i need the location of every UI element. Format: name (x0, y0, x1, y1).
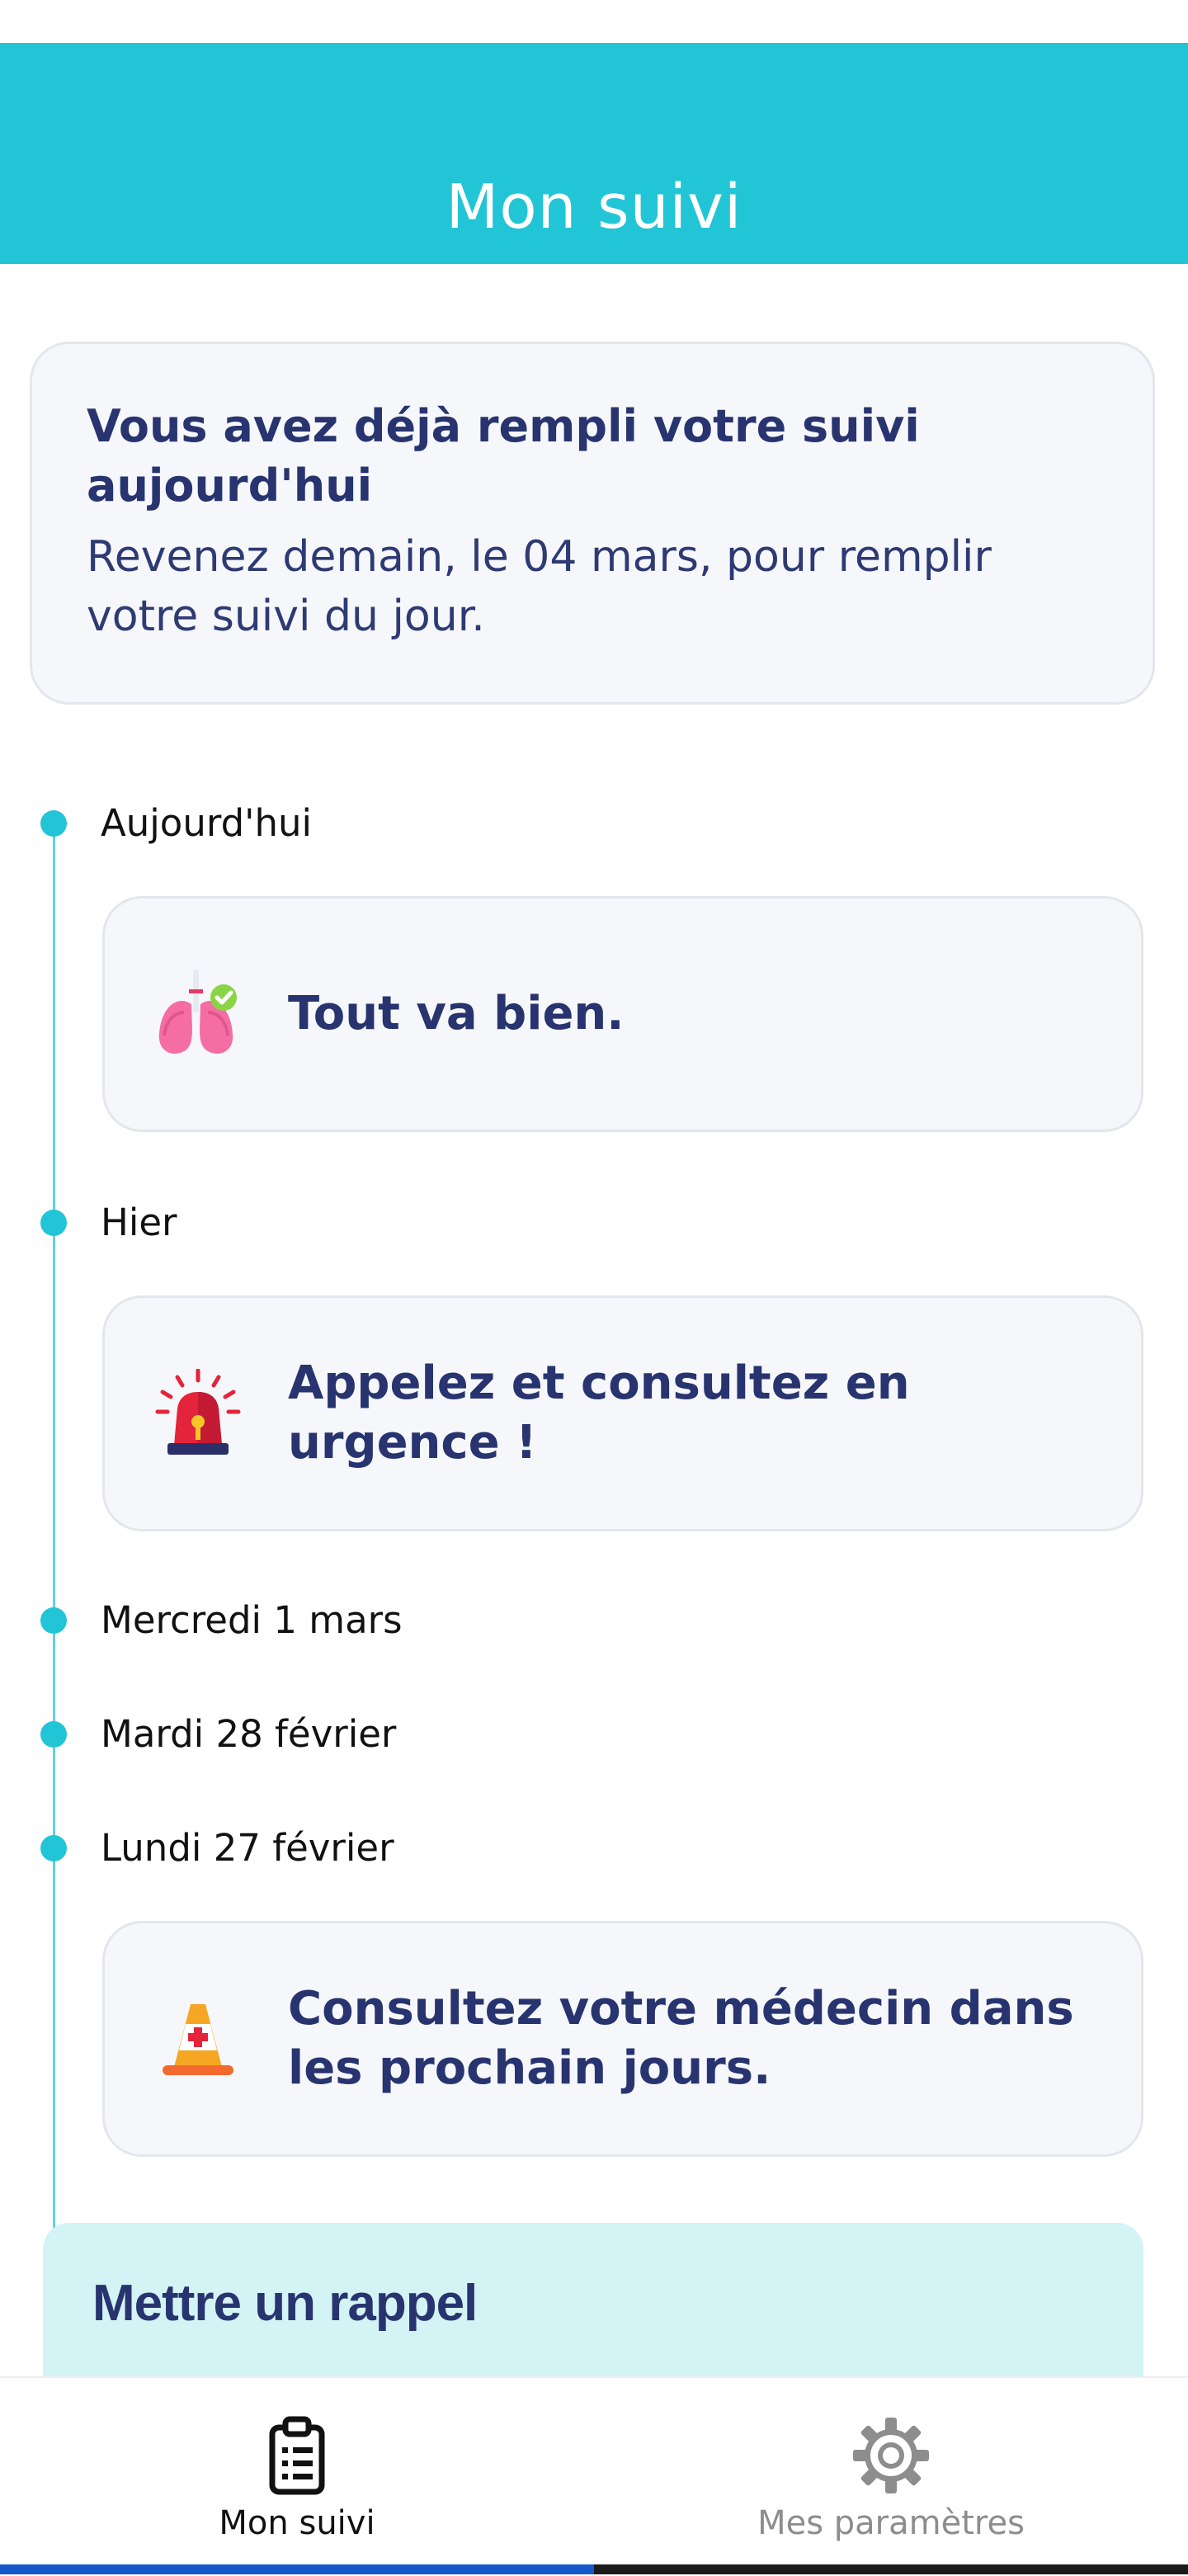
status-card-ok[interactable]: Tout va bien. (102, 896, 1143, 1132)
timeline-dot (40, 1835, 67, 1861)
timeline-date: Mardi 28 février (101, 1712, 397, 1756)
status-card-consult[interactable]: Consultez votre médecin dans les prochai… (102, 1921, 1143, 2157)
clipboard-icon (269, 2416, 325, 2495)
timeline-dot (40, 1721, 67, 1748)
info-card-text: Revenez demain, le 04 mars, pour remplir… (87, 532, 992, 641)
timeline-dot (40, 1607, 67, 1634)
timeline-dot (40, 810, 67, 837)
siren-icon (155, 1369, 241, 1455)
nav-item-mes-parametres[interactable]: Mes paramètres (594, 2378, 1188, 2573)
status-card-urgent[interactable]: Appelez et consultez en urgence ! (102, 1295, 1143, 1531)
timeline-date: Hier (101, 1201, 177, 1244)
timeline-date: Mercredi 1 mars (101, 1598, 403, 1642)
bottom-nav: Mon suivi Mes paramètres (0, 2376, 1188, 2576)
timeline-date: Aujourd'hui (101, 801, 313, 845)
gear-icon (853, 2418, 929, 2493)
timeline-date: Lundi 27 février (101, 1826, 394, 1870)
reminder-title: Mettre un rappel (92, 2275, 478, 2332)
status-bar (0, 0, 1188, 43)
page-title: Mon suivi (446, 172, 742, 243)
timeline-dot (40, 1210, 67, 1236)
status-text: Appelez et consultez en urgence ! (288, 1356, 910, 1470)
nav-label: Mes paramètres (757, 2504, 1025, 2542)
timeline-line (53, 822, 55, 2241)
already-filled-card: Vous avez déjà rempli votre suivi aujour… (30, 342, 1155, 705)
active-tab-indicator (0, 2564, 594, 2574)
medical-cone-icon (163, 2004, 233, 2075)
info-card-title: Vous avez déjà rempli votre suivi aujour… (87, 400, 920, 512)
status-text: Consultez votre médecin dans les prochai… (288, 1982, 1074, 2095)
status-text: Tout va bien. (288, 987, 625, 1040)
nav-item-mon-suivi[interactable]: Mon suivi (0, 2378, 594, 2573)
nav-bar-edge (594, 2564, 1188, 2574)
nav-label: Mon suivi (219, 2504, 375, 2542)
lungs-icon (158, 970, 237, 1054)
